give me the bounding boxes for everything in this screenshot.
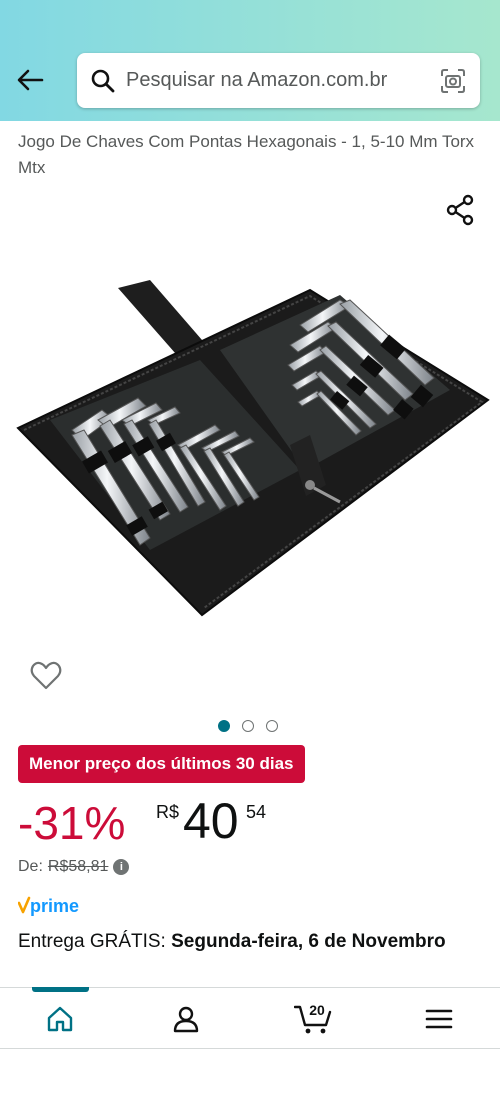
back-arrow-icon[interactable]	[12, 62, 48, 98]
account-icon[interactable]	[166, 1002, 206, 1036]
camera-scan-icon[interactable]	[438, 66, 468, 96]
product-image[interactable]	[10, 270, 490, 630]
carousel-dot[interactable]	[242, 720, 254, 732]
header-bar	[0, 0, 500, 121]
carousel-dot[interactable]	[266, 720, 278, 732]
image-carousel-indicator	[218, 720, 278, 732]
search-icon[interactable]	[88, 66, 118, 96]
list-price-value: R$58,81	[47, 858, 109, 875]
price-currency: R$	[156, 802, 180, 822]
active-tab-indicator	[32, 987, 89, 992]
wishlist-heart-icon[interactable]	[28, 658, 64, 694]
prime-logo: prime	[17, 894, 98, 920]
share-icon[interactable]	[444, 193, 478, 227]
delivery-prefix: Entrega GRÁTIS:	[18, 931, 166, 952]
delivery-date: Segunda-feira, 6 de Novembro	[171, 931, 446, 952]
delivery-info: Entrega GRÁTIS: Segunda-feira, 6 de Nove…	[18, 928, 478, 956]
product-title[interactable]: Jogo De Chaves Com Pontas Hexagonais - 1…	[18, 129, 488, 181]
cart-count-badge: 20	[309, 1002, 325, 1018]
search-input[interactable]	[126, 60, 426, 101]
info-icon[interactable]: i	[113, 859, 130, 875]
discount-percent: -31%	[18, 797, 126, 849]
list-price: De: R$58,81 i	[18, 858, 130, 876]
list-price-label: De:	[18, 858, 43, 875]
search-bar[interactable]	[77, 53, 480, 108]
price-whole: 40	[183, 793, 239, 849]
home-icon[interactable]	[40, 1002, 80, 1036]
menu-icon[interactable]	[419, 1002, 459, 1036]
prime-label: prime	[30, 896, 79, 916]
price-cents: 54	[246, 802, 267, 822]
carousel-dot-active[interactable]	[218, 720, 230, 732]
deal-badge: Menor preço dos últimos 30 dias	[18, 745, 305, 783]
bottom-navigation: 20	[0, 987, 500, 1049]
